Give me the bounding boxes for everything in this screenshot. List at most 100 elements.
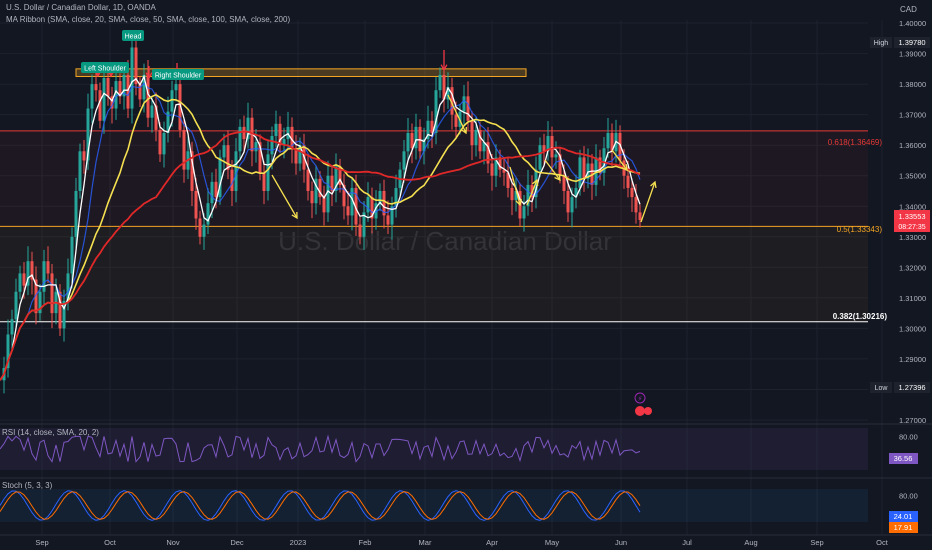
candle-body: [638, 212, 642, 220]
candle-body: [634, 197, 638, 213]
currency-label: CAD: [900, 5, 917, 14]
candle-body: [402, 151, 406, 170]
candle-body: [578, 157, 582, 188]
event-flag-icon[interactable]: [635, 406, 645, 416]
candle-body: [174, 84, 178, 91]
candle-body: [490, 163, 494, 176]
candle-body: [222, 145, 226, 158]
fib-0618-label: 0.618(1.36469): [828, 138, 883, 147]
candle-body: [98, 90, 102, 121]
candle-body: [550, 136, 554, 158]
candle-body: [562, 175, 566, 191]
fib-05-label: 0.5(1.33343): [837, 225, 883, 234]
candle-body: [266, 154, 270, 191]
countdown-value: 08:27:35: [898, 224, 925, 231]
fib-band-upper: [0, 130, 868, 227]
candle-body: [566, 190, 570, 213]
time-tick-label: May: [545, 538, 559, 547]
candle-body: [606, 132, 610, 149]
rsi-legend: RSI (14, close, SMA, 20, 2): [2, 428, 99, 437]
price-tick-label: 1.40000: [899, 19, 926, 28]
candle-body: [630, 187, 634, 198]
candle-body: [198, 218, 202, 237]
candle-body: [82, 151, 86, 161]
candle-body: [474, 129, 478, 146]
right-shoulder-label: Right Shoulder: [155, 73, 202, 80]
time-tick-label: Dec: [230, 538, 244, 547]
time-tick-label: Sep: [35, 538, 48, 547]
candle-body: [554, 154, 558, 158]
candle-body: [322, 197, 326, 213]
stoch-k-value: 24.01: [894, 512, 913, 521]
candle-body: [46, 261, 50, 274]
candle-body: [466, 96, 470, 121]
candle-body: [74, 190, 78, 237]
candle-body: [106, 78, 110, 97]
time-tick-label: Nov: [166, 538, 180, 547]
candle-body: [18, 273, 22, 292]
price-tick-label: 1.37000: [899, 111, 926, 120]
candle-body: [10, 319, 14, 335]
candle-body: [274, 123, 278, 137]
candle-body: [538, 145, 542, 170]
candle-body: [90, 84, 94, 109]
rsi-level-label: 80.00: [899, 432, 918, 441]
candle-body: [226, 145, 230, 170]
candle-body: [162, 132, 166, 155]
price-chart[interactable]: U.S. Dollar / Canadian Dollar 1.400001.3…: [0, 0, 932, 550]
candle-body: [418, 126, 422, 152]
price-tick-label: 1.39000: [899, 50, 926, 59]
candle-body: [262, 172, 266, 191]
candle-body: [438, 74, 442, 91]
candle-body: [306, 169, 310, 191]
price-tick-label: 1.36000: [899, 141, 926, 150]
candle-body: [22, 273, 26, 286]
time-tick-label: Oct: [104, 538, 117, 547]
stoch-d-value: 17.91: [894, 523, 913, 532]
candle-body: [378, 190, 382, 204]
candle-body: [158, 129, 162, 155]
event-flag-icon-2[interactable]: [644, 407, 652, 415]
candle-body: [50, 273, 54, 314]
symbol-legend[interactable]: U.S. Dollar / Canadian Dollar, 1D, OANDA: [6, 3, 156, 12]
candle-body: [470, 120, 474, 146]
candle-body: [202, 224, 206, 237]
candle-body: [102, 78, 106, 121]
time-tick-label: Oct: [876, 538, 889, 547]
price-tick-label: 1.31000: [899, 294, 926, 303]
price-tick-label: 1.33000: [899, 233, 926, 242]
time-tick-label: Feb: [359, 538, 372, 547]
candle-body: [414, 126, 418, 149]
candle-body: [522, 206, 526, 219]
time-tick-label: Mar: [419, 538, 432, 547]
time-tick-label: Aug: [744, 538, 757, 547]
ma-ribbon-legend[interactable]: MA Ribbon (SMA, close, 20, SMA, close, 5…: [6, 15, 290, 24]
price-tick-label: 1.30000: [899, 324, 926, 333]
candle-body: [462, 96, 466, 112]
candle-body: [170, 90, 174, 112]
candle-body: [570, 197, 574, 213]
candle-body: [150, 105, 154, 118]
high-price-value: 1.39780: [898, 38, 925, 47]
candle-body: [626, 175, 630, 188]
time-tick-label: Jun: [615, 538, 627, 547]
candle-body: [358, 224, 362, 237]
rsi-value: 36.56: [894, 454, 913, 463]
stoch-level-label: 80.00: [899, 492, 918, 501]
candle-body: [346, 206, 350, 216]
price-tick-label: 1.34000: [899, 202, 926, 211]
candle-body: [194, 190, 198, 219]
candle-body: [406, 132, 410, 152]
price-tick-label: 1.29000: [899, 355, 926, 364]
candle-body: [582, 157, 586, 179]
time-tick-label: Apr: [486, 538, 498, 547]
candle-body: [386, 215, 390, 225]
candle-body: [254, 142, 258, 152]
candle-body: [70, 236, 74, 274]
high-tag-label: High: [874, 40, 889, 47]
fib-band-lower: [0, 226, 868, 322]
candle-body: [242, 126, 246, 140]
last-price-value: 1.33553: [898, 212, 925, 221]
fib-0382-label: 0.382(1.30216): [833, 312, 888, 321]
candle-body: [78, 151, 82, 191]
